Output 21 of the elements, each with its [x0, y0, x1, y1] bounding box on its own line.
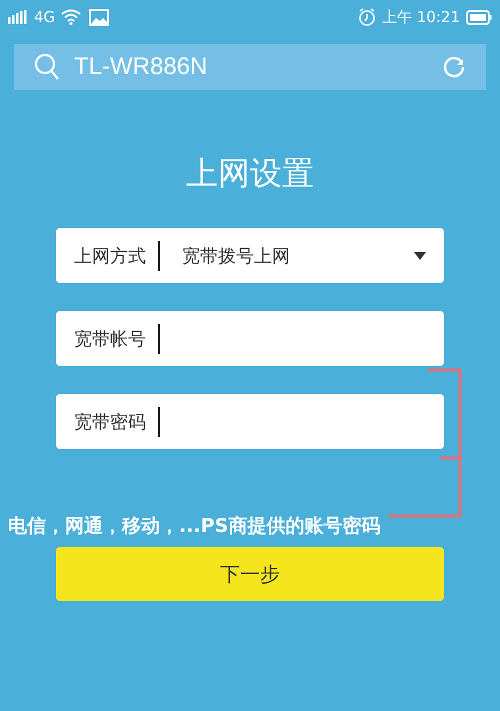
search-text: TL-WR886N [74, 53, 208, 81]
field-label: 宽带帐号 [74, 328, 146, 350]
input-field[interactable]: 宽带密码 [56, 394, 444, 449]
alarm-icon [358, 8, 376, 26]
next-button[interactable]: 下一步 [56, 547, 444, 601]
annotation-text: 电信，网通，移动，...PS商提供的账号密码 [8, 514, 382, 539]
field-label: 宽带密码 [74, 410, 146, 434]
dropdown-field[interactable]: 上网方式 宽带拨号上网 [56, 228, 444, 283]
field-label: 上网方式 [74, 244, 146, 268]
signal-icon [8, 10, 28, 24]
refresh-icon[interactable] [442, 55, 466, 79]
input-field[interactable]: 宽带帐号 [56, 311, 444, 366]
selected-value: 宽带拨号上网 [182, 244, 291, 268]
search-icon [34, 53, 60, 81]
wifi-icon [61, 9, 84, 25]
clock-time: 上午 10:21 [382, 8, 460, 26]
page-title: 上网设置 [185, 153, 315, 194]
image-icon [89, 8, 110, 26]
network-label: 4G [34, 8, 56, 26]
battery-icon [466, 10, 492, 24]
dropdown-caret-icon [414, 252, 426, 260]
